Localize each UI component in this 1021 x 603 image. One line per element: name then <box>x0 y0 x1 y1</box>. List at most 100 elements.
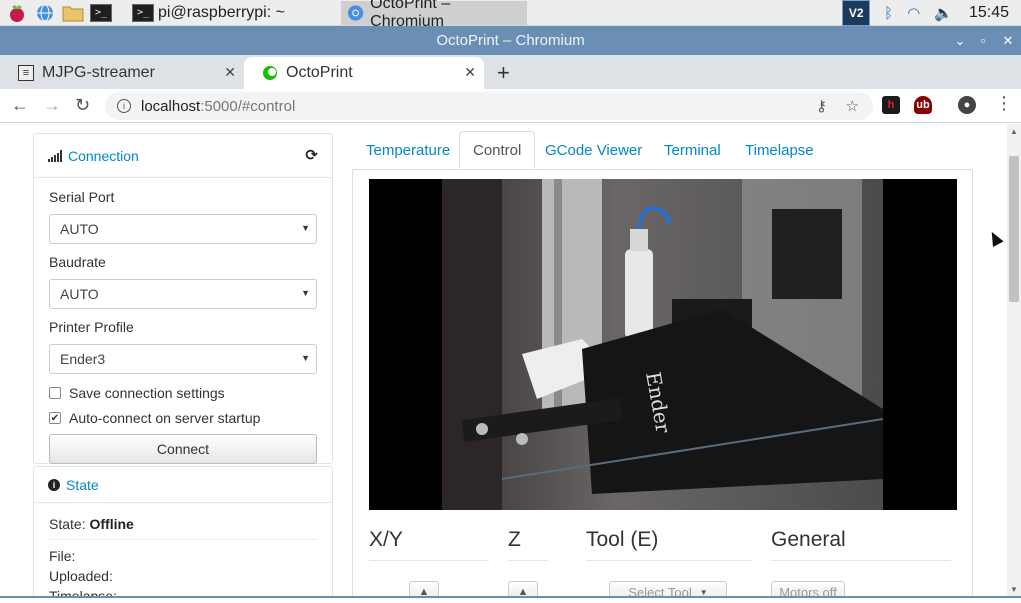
select-tool-dropdown[interactable]: Select Tool ▼ <box>609 581 727 596</box>
browser-tab-label: MJPG-streamer <box>42 64 155 81</box>
divider <box>508 560 548 561</box>
jog-z-plus-button[interactable]: ▲ <box>508 581 538 596</box>
raspberry-menu-icon[interactable] <box>6 2 28 24</box>
autoconnect-label: Auto-connect on server startup <box>69 410 261 426</box>
state-row: State: Offline <box>49 516 134 532</box>
baudrate-label: Baudrate <box>49 254 106 270</box>
taskbar-task-browser[interactable]: OctoPrint – Chromium <box>341 0 527 30</box>
save-settings-checkbox[interactable]: Save connection settings <box>49 385 225 401</box>
signal-icon <box>48 149 62 162</box>
scroll-up-icon[interactable]: ▲ <box>1010 127 1018 136</box>
browser-tab-label: OctoPrint <box>286 64 353 81</box>
divider <box>586 560 752 561</box>
browser-toolbar: ← → ↻ i localhost:5000/#control ⚷ ☆ h ub… <box>0 89 1021 123</box>
webcam-stream: Ender <box>369 179 957 510</box>
profile-icon[interactable]: ● <box>958 96 976 114</box>
connection-title[interactable]: Connection <box>68 148 139 164</box>
printer-profile-select[interactable]: Ender3 ▼ <box>49 344 317 374</box>
address-bar[interactable]: i localhost:5000/#control ⚷ ☆ <box>105 92 873 120</box>
octoprint-favicon-icon <box>262 65 278 81</box>
forward-icon[interactable]: → <box>43 95 61 116</box>
tab-timelapse[interactable]: Timelapse <box>732 131 827 169</box>
page-scrollbar[interactable]: ▲ ▼ <box>1007 124 1021 596</box>
tab-control[interactable]: Control <box>459 131 536 169</box>
tab-terminal[interactable]: Terminal <box>651 131 734 169</box>
arrow-up-icon: ▲ <box>418 586 430 596</box>
browser-menu-icon[interactable]: ⋮ <box>995 93 1013 114</box>
tab-temperature[interactable]: Temperature <box>353 131 463 169</box>
terminal-launcher-icon[interactable]: >_ <box>90 2 112 24</box>
timelapse-label: Timelapse: <box>49 588 117 596</box>
key-icon[interactable]: ⚷ <box>816 97 827 115</box>
checkbox-checked-icon[interactable]: ✔ <box>49 412 61 424</box>
serial-port-select[interactable]: AUTO ▼ <box>49 214 317 244</box>
baudrate-value: AUTO <box>60 286 99 302</box>
divider <box>771 560 951 561</box>
ublock-icon[interactable]: ub <box>914 96 932 114</box>
site-info-icon[interactable]: i <box>117 99 131 113</box>
timelapse-row: Timelapse: - <box>49 588 126 596</box>
taskbar-task-terminal[interactable]: >_ pi@raspberrypi: ~ <box>126 1 291 25</box>
minimize-icon[interactable]: ⌄ <box>949 26 971 55</box>
tab-gcode-viewer[interactable]: GCode Viewer <box>532 131 655 169</box>
octoprint-page: Connection ⟳ Serial Port AUTO ▼ Baudrate… <box>0 124 1021 596</box>
clock: 15:45 <box>968 4 1009 21</box>
close-window-icon[interactable]: ✕ <box>997 26 1019 55</box>
state-label: State: <box>49 516 86 532</box>
uploaded-label: Uploaded: <box>49 568 113 584</box>
checkbox-unchecked-icon[interactable] <box>49 387 61 399</box>
file-label: File: <box>49 548 76 564</box>
chromium-icon <box>347 4 364 21</box>
xy-heading: X/Y <box>369 528 403 551</box>
task-terminal-label: pi@raspberrypi: ~ <box>158 3 285 21</box>
vnc-icon[interactable]: V2 <box>842 0 871 26</box>
printer-profile-value: Ender3 <box>60 351 106 367</box>
browser-tab-mjpg[interactable]: ≡ MJPG-streamer ✕ <box>0 57 244 89</box>
window-bottom-border <box>0 596 1021 603</box>
window-titlebar: OctoPrint – Chromium ⌄ ▫ ✕ <box>0 26 1021 55</box>
back-icon[interactable]: ← <box>11 95 29 116</box>
mjpg-favicon-icon: ≡ <box>18 65 34 81</box>
new-tab-button[interactable]: + <box>497 60 510 86</box>
window-title: OctoPrint – Chromium <box>436 32 585 49</box>
state-title[interactable]: State <box>66 477 99 493</box>
baudrate-select[interactable]: AUTO ▼ <box>49 279 317 309</box>
file-manager-icon[interactable] <box>62 2 84 24</box>
browser-tab-strip: ≡ MJPG-streamer ✕ OctoPrint ✕ + <box>0 55 1021 89</box>
webcam-image: Ender <box>442 179 883 510</box>
autoconnect-checkbox[interactable]: ✔ Auto-connect on server startup <box>49 410 260 426</box>
reload-icon[interactable]: ↻ <box>75 95 90 116</box>
maximize-icon[interactable]: ▫ <box>972 26 994 55</box>
caret-down-icon: ▼ <box>301 353 310 363</box>
web-browser-icon[interactable] <box>34 2 56 24</box>
state-value: Offline <box>89 516 134 532</box>
close-tab-icon[interactable]: ✕ <box>464 64 476 81</box>
bluetooth-icon[interactable]: ᛒ <box>884 5 893 22</box>
caret-down-icon: ▼ <box>301 288 310 298</box>
scrollbar-thumb[interactable] <box>1009 156 1019 302</box>
z-heading: Z <box>508 528 521 551</box>
state-panel-header[interactable]: i State <box>34 467 332 503</box>
serial-port-label: Serial Port <box>49 189 115 205</box>
printer-profile-label: Printer Profile <box>49 319 134 335</box>
state-panel: i State State: Offline File: Uploaded: T… <box>33 466 333 596</box>
divider <box>49 539 317 540</box>
bookmark-star-icon[interactable]: ☆ <box>846 97 859 115</box>
extension-h-icon[interactable]: h <box>882 96 900 114</box>
select-tool-label: Select Tool <box>628 584 692 597</box>
volume-icon[interactable]: 🔈 <box>934 4 953 22</box>
browser-tab-octoprint[interactable]: OctoPrint ✕ <box>244 57 484 89</box>
tool-heading: Tool (E) <box>586 528 659 551</box>
serial-port-value: AUTO <box>60 221 99 237</box>
jog-y-plus-button[interactable]: ▲ <box>409 581 439 596</box>
connect-button[interactable]: Connect <box>49 434 317 464</box>
close-tab-icon[interactable]: ✕ <box>224 64 236 81</box>
refresh-icon[interactable]: ⟳ <box>305 146 318 164</box>
url-path: :5000/#control <box>200 97 296 115</box>
scroll-down-icon[interactable]: ▼ <box>1010 585 1018 594</box>
general-heading: General <box>771 528 846 551</box>
wifi-icon[interactable]: ◠ <box>907 4 920 22</box>
system-taskbar: >_ >_ pi@raspberrypi: ~ OctoPrint – Chro… <box>0 0 1021 30</box>
connection-panel-header[interactable]: Connection ⟳ <box>34 134 332 178</box>
motors-off-button[interactable]: Motors off <box>771 581 845 596</box>
